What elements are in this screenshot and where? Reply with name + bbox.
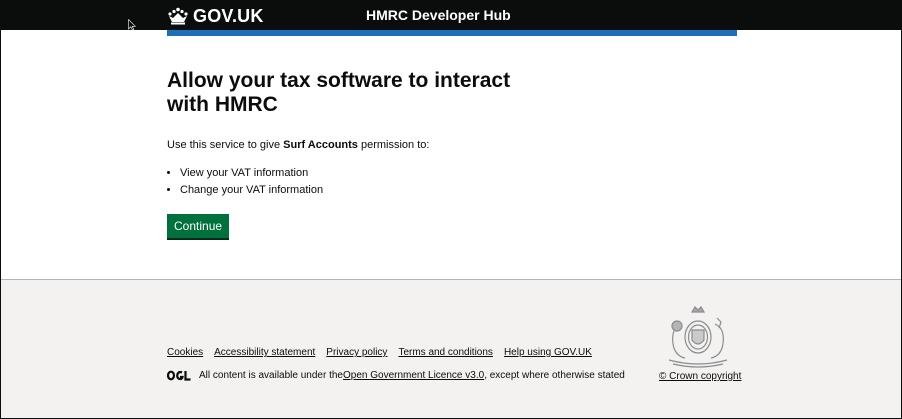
page-frame: GOV.UK HMRC Developer Hub Allow your tax… xyxy=(0,0,902,419)
footer-link-privacy[interactable]: Privacy policy xyxy=(326,347,387,358)
app-name: Surf Accounts xyxy=(283,139,358,151)
permission-item: Change your VAT information xyxy=(180,182,323,199)
service-name-link[interactable]: HMRC Developer Hub xyxy=(366,7,511,23)
mouse-cursor-icon xyxy=(128,19,136,31)
intro-suffix: permission to: xyxy=(357,139,430,151)
footer-link-cookies[interactable]: Cookies xyxy=(167,347,203,358)
footer-links: Cookies Accessibility statement Privacy … xyxy=(167,347,592,358)
header: GOV.UK HMRC Developer Hub xyxy=(1,1,901,30)
permission-list: View your VAT information Change your VA… xyxy=(167,165,323,199)
footer: Cookies Accessibility statement Privacy … xyxy=(1,279,901,418)
ogl-logo-icon xyxy=(167,370,191,381)
footer-link-help[interactable]: Help using GOV.UK xyxy=(504,347,592,358)
licence-prefix: All content is available under the xyxy=(199,370,343,381)
crown-icon xyxy=(168,7,188,25)
royal-coat-of-arms-icon xyxy=(668,306,728,368)
continue-button[interactable]: Continue xyxy=(167,214,230,238)
crown-copyright-link[interactable]: © Crown copyright xyxy=(659,371,741,382)
licence-link[interactable]: Open Government Licence v3.0 xyxy=(343,370,484,381)
licence-row: All content is available under the Open … xyxy=(167,370,625,381)
govuk-logo-link[interactable]: GOV.UK xyxy=(167,4,264,28)
intro-text: Use this service to give Surf Accounts p… xyxy=(167,138,429,152)
header-blue-bar xyxy=(167,30,737,36)
licence-suffix: , except where otherwise stated xyxy=(484,370,625,381)
govuk-logo-text: GOV.UK xyxy=(193,5,264,26)
footer-link-accessibility[interactable]: Accessibility statement xyxy=(214,347,315,358)
page-title: Allow your tax software to interact with… xyxy=(167,69,511,116)
footer-link-terms[interactable]: Terms and conditions xyxy=(398,347,493,358)
permission-item: View your VAT information xyxy=(180,165,323,182)
intro-prefix: Use this service to give xyxy=(167,139,284,151)
